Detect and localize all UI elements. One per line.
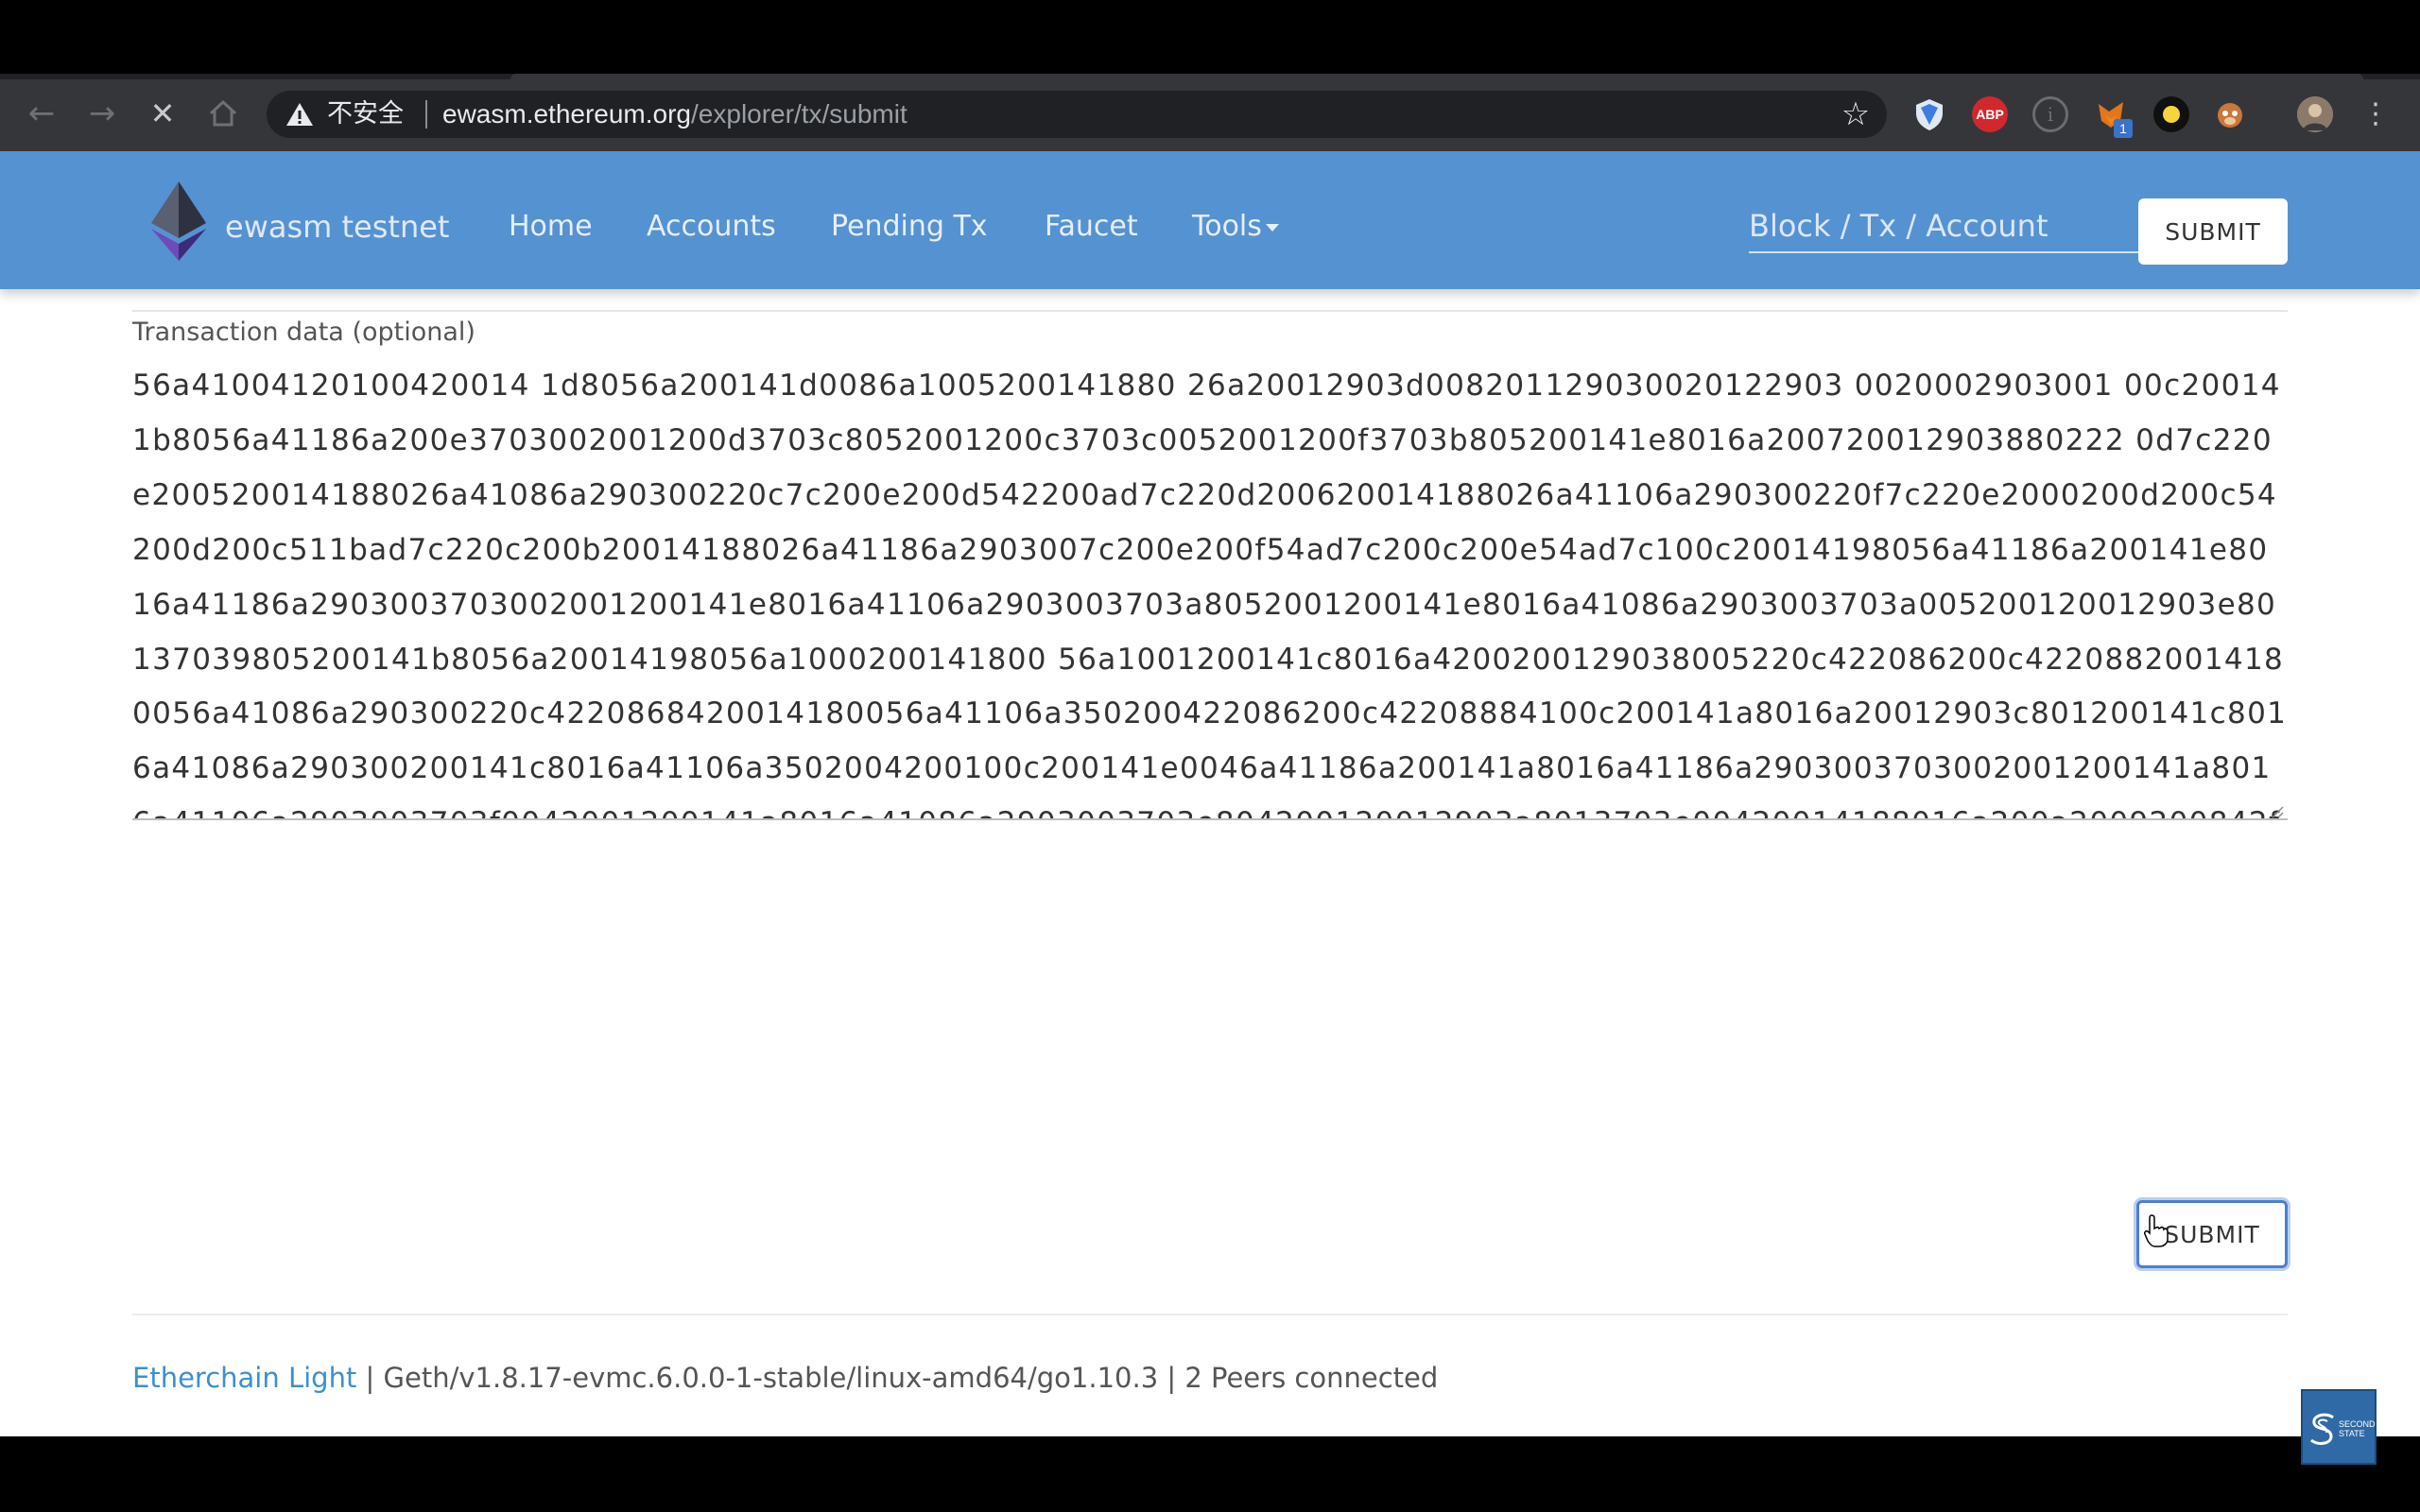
stop-loading-icon[interactable]: ✕ <box>144 94 182 132</box>
info-extension-icon[interactable]: i <box>2032 96 2068 132</box>
warning-icon[interactable] <box>284 98 316 130</box>
bookmark-star-icon[interactable]: ☆ <box>1838 96 1874 132</box>
ethereum-logo-icon[interactable] <box>151 181 206 261</box>
chevron-down-icon <box>1265 223 1279 232</box>
adblock-extension-icon[interactable]: ABP <box>1972 96 2008 132</box>
node-status-text: | Geth/v1.8.17-evmc.6.0.0-1-stable/linux… <box>356 1362 1439 1394</box>
letterbox-top <box>0 0 2420 74</box>
site-navbar: ewasm testnet Home Accounts Pending Tx F… <box>0 151 2420 289</box>
etherchain-light-link[interactable]: Etherchain Light <box>132 1362 356 1394</box>
profile-avatar[interactable] <box>2297 96 2333 132</box>
shield-extension-icon[interactable] <box>1911 96 1947 132</box>
extension-badge: 1 <box>2114 119 2133 138</box>
footer: Etherchain Light | Geth/v1.8.17-evmc.6.0… <box>132 1359 1438 1397</box>
nav-accounts[interactable]: Accounts <box>647 208 776 246</box>
nav-pending-tx[interactable]: Pending Tx <box>831 208 988 246</box>
second-state-logo-icon <box>2310 1413 2334 1445</box>
search-submit-button[interactable]: SUBMIT <box>2138 198 2288 265</box>
browser-menu-icon[interactable]: ⋮ <box>2361 96 2390 132</box>
search-input[interactable] <box>1749 200 2138 253</box>
back-icon[interactable]: ← <box>23 94 60 132</box>
home-icon[interactable] <box>204 94 242 132</box>
nav-home[interactable]: Home <box>509 208 593 246</box>
active-tab-edge <box>510 74 2363 79</box>
nav-tools[interactable]: Tools <box>1192 208 1279 246</box>
url-path: /explorer/tx/submit <box>691 99 908 129</box>
hand-cursor-icon <box>2144 1213 2169 1247</box>
second-state-watermark: SECOND STATE <box>2301 1389 2377 1465</box>
resize-grip-icon[interactable] <box>2269 803 2284 818</box>
transaction-data-field[interactable]: 56a41004120100420014 1d8056a200141d0086a… <box>132 359 2288 820</box>
transaction-data-label: Transaction data (optional) <box>132 318 475 347</box>
nav-tools-label: Tools <box>1192 210 1262 243</box>
security-label[interactable]: 不安全 <box>327 98 404 130</box>
page-content: ewasm testnet Home Accounts Pending Tx F… <box>0 151 2420 1436</box>
address-divider <box>425 100 427 129</box>
footer-divider <box>132 1314 2288 1315</box>
forward-icon[interactable]: → <box>83 94 121 132</box>
monkey-extension-icon[interactable] <box>2212 96 2248 132</box>
brand-name[interactable]: ewasm testnet <box>225 208 449 246</box>
watermark-text: SECOND STATE <box>2339 1419 2376 1438</box>
letterbox-bottom <box>0 1436 2420 1512</box>
url-text[interactable]: ewasm.ethereum.org/explorer/tx/submit <box>442 98 908 130</box>
nav-faucet[interactable]: Faucet <box>1045 208 1138 246</box>
form-top-divider <box>132 310 2288 312</box>
watermark-line1: SECOND <box>2339 1419 2376 1429</box>
watermark-line2: STATE <box>2339 1429 2365 1438</box>
url-host: ewasm.ethereum.org <box>442 99 692 129</box>
dark-extension-icon[interactable] <box>2153 96 2189 132</box>
